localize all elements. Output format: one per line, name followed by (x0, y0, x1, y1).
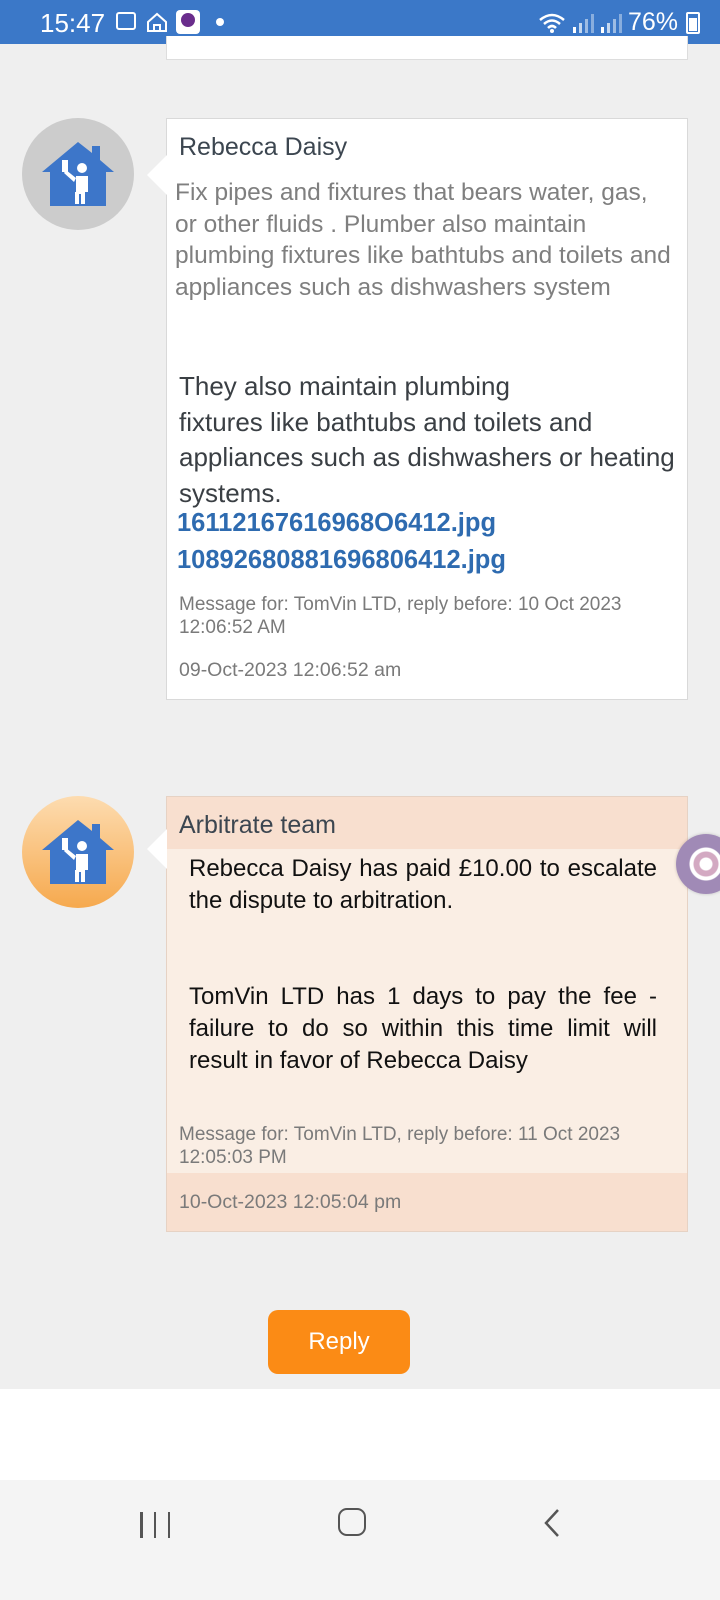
sender-name: Arbitrate team (179, 811, 337, 839)
message-line: They also maintain plumbing (179, 371, 510, 401)
message-footer: 10-Oct-2023 12:05:04 pm (167, 1173, 687, 1231)
avatar (22, 796, 134, 908)
bottom-spacer (0, 1389, 720, 1480)
message-text: Fix pipes and fixtures that bears water,… (175, 179, 671, 302)
sender-name: Rebecca Daisy (179, 133, 348, 161)
arbitration-message-card: Arbitrate team Rebecca Daisy has paid £1… (147, 796, 688, 1232)
navigation-bar (0, 1480, 720, 1600)
app-notification-icon (176, 10, 200, 34)
home-icon[interactable] (338, 1508, 366, 1536)
battery-percent: 76% (627, 8, 678, 36)
reply-deadline: Message for: TomVin LTD, reply before: 1… (179, 1124, 621, 1168)
signal-icon (572, 13, 594, 33)
attachment-link[interactable]: 16112167616968O6412.jpg (177, 509, 496, 538)
attachment-link[interactable]: 10892680881696806412.jpg (177, 546, 506, 575)
battery-icon (686, 11, 700, 34)
gallery-icon (116, 12, 136, 30)
message-header: Arbitrate team (167, 797, 687, 849)
recents-icon[interactable] (140, 1510, 170, 1540)
notification-dot-icon (216, 18, 224, 26)
message-line: fixtures like bathtubs and toilets and a… (179, 406, 675, 509)
back-icon[interactable] (538, 1506, 568, 1540)
message-timestamp: 10-Oct-2023 12:05:04 pm (179, 1191, 402, 1213)
bubble-pointer (147, 155, 167, 195)
status-right: 76% (538, 8, 700, 37)
previous-message-card (166, 36, 688, 60)
avatar (22, 118, 134, 230)
reply-deadline: Message for: TomVin LTD, reply before: 1… (179, 594, 622, 638)
signal-icon (600, 13, 622, 33)
message-text: Rebecca Daisy has paid £10.00 to escalat… (189, 853, 657, 1077)
reply-button[interactable]: Reply (268, 1310, 410, 1374)
message-paragraph: TomVin LTD has 1 days to pay the fee - f… (189, 983, 657, 1074)
smart-home-icon (147, 12, 167, 32)
plumber-house-icon (42, 142, 114, 206)
bubble-pointer (147, 829, 167, 869)
message-text-secondary: They also maintain plumbing fixtures lik… (179, 369, 679, 512)
status-time: 15:47 (40, 8, 106, 38)
wifi-icon (539, 13, 565, 33)
plumber-house-icon (42, 820, 114, 884)
message-card: Rebecca Daisy Fix pipes and fixtures tha… (147, 118, 688, 700)
message-timestamp: 09-Oct-2023 12:06:52 am (179, 659, 402, 681)
message-paragraph: Rebecca Daisy has paid £10.00 to escalat… (189, 855, 657, 914)
